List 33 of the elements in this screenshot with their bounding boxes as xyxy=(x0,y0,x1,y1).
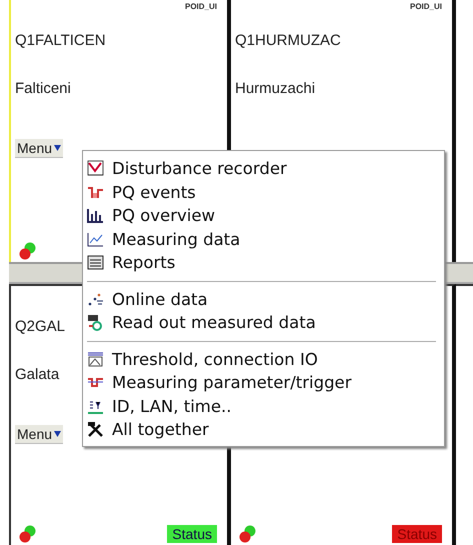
menu-item[interactable]: Disturbance recorder xyxy=(87,157,444,180)
menu-button[interactable]: Menu xyxy=(15,424,64,444)
device-name: Hurmuzachi xyxy=(235,80,316,96)
menu-item[interactable]: PQ overview xyxy=(87,204,444,228)
menu-item-icon xyxy=(87,230,104,248)
id-tag: POID_UI xyxy=(184,0,217,22)
menu-item-icon xyxy=(87,160,104,178)
device-name: Falticeni xyxy=(15,80,71,96)
menu-item[interactable]: All together xyxy=(87,418,444,442)
menu-item[interactable]: Reports xyxy=(87,251,444,274)
menu-item-icon xyxy=(87,207,104,224)
id-tag: POID_UI xyxy=(410,0,442,22)
device-code: Q1FALTICEN xyxy=(15,32,106,48)
caret-icon xyxy=(54,144,62,150)
menu-button[interactable]: Menu xyxy=(15,138,64,158)
caret-icon xyxy=(54,430,62,436)
menu-item[interactable]: ID, LAN, time.. xyxy=(87,394,444,418)
device-code: Q1HURMUZAC xyxy=(235,32,341,48)
menu-item[interactable]: PQ events xyxy=(87,180,444,204)
menu-item[interactable]: Online data xyxy=(87,288,444,311)
menu-item[interactable]: Measuring parameter/trigger xyxy=(87,371,444,394)
menu-item[interactable]: Read out measured data xyxy=(87,311,444,334)
menu-item-icon xyxy=(87,290,104,308)
status-badge: Status xyxy=(392,525,442,543)
device-name: Galata xyxy=(15,366,60,382)
menu-item[interactable]: Measuring data xyxy=(87,228,444,251)
menu-item-icon xyxy=(87,314,104,332)
device-code: Q2GAL xyxy=(15,318,66,334)
menu-item-icon xyxy=(87,254,104,272)
menu-item-icon xyxy=(87,350,104,368)
menu-item-icon xyxy=(87,421,104,438)
menu-item[interactable]: Threshold, connection IO xyxy=(87,348,444,371)
status-badge: Status xyxy=(167,525,217,543)
